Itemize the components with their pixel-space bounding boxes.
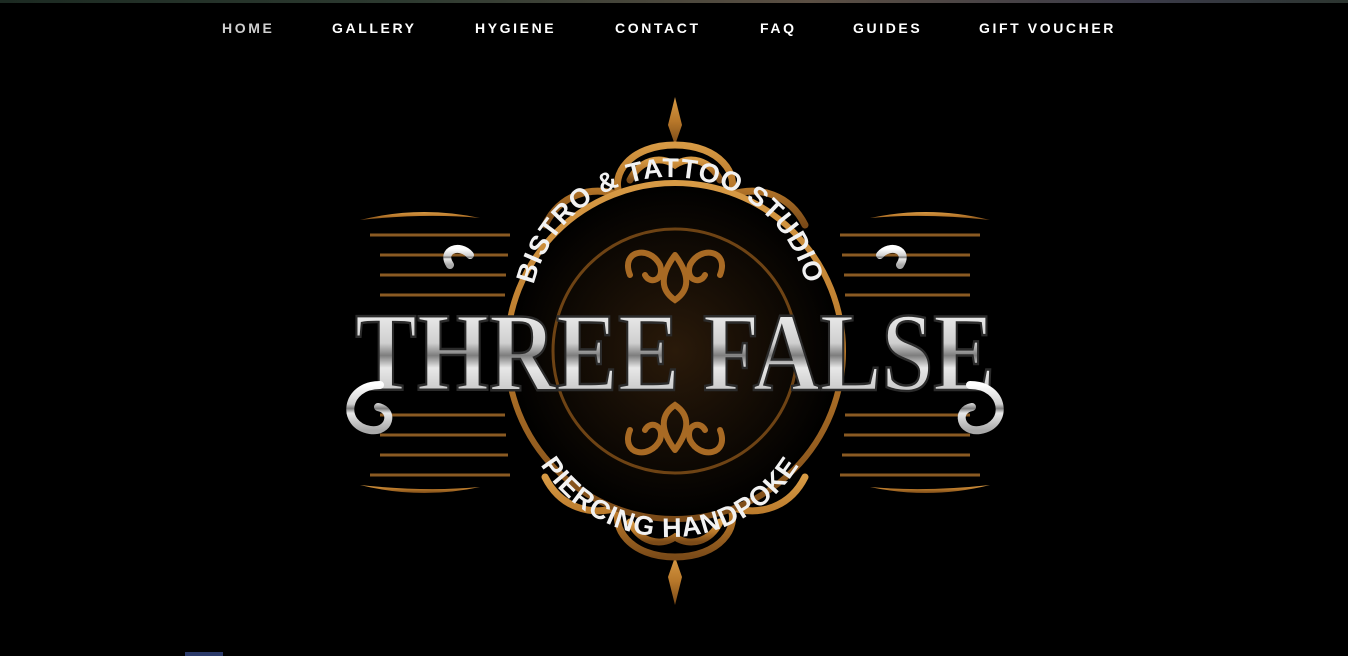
nav-hygiene[interactable]: HYGIENE xyxy=(475,18,556,38)
logo-name: THREE FALSE xyxy=(355,291,995,415)
nav-faq[interactable]: FAQ xyxy=(760,18,797,38)
nav-gift-voucher[interactable]: GIFT VOUCHER xyxy=(979,18,1116,38)
nav-contact[interactable]: CONTACT xyxy=(615,18,701,38)
nav-guides[interactable]: GUIDES xyxy=(853,18,922,38)
logo-emblem: BISTRO & TATTOO STUDIO PIERCING HANDPOKE… xyxy=(346,97,1004,605)
nav-home[interactable]: HOME xyxy=(222,18,274,38)
main-navigation: HOME GALLERY HYGIENE CONTACT FAQ GUIDES … xyxy=(0,0,1348,56)
bottom-badge xyxy=(185,652,223,656)
studio-logo[interactable]: BISTRO & TATTOO STUDIO PIERCING HANDPOKE… xyxy=(330,85,1020,615)
nav-gallery[interactable]: GALLERY xyxy=(332,18,417,38)
